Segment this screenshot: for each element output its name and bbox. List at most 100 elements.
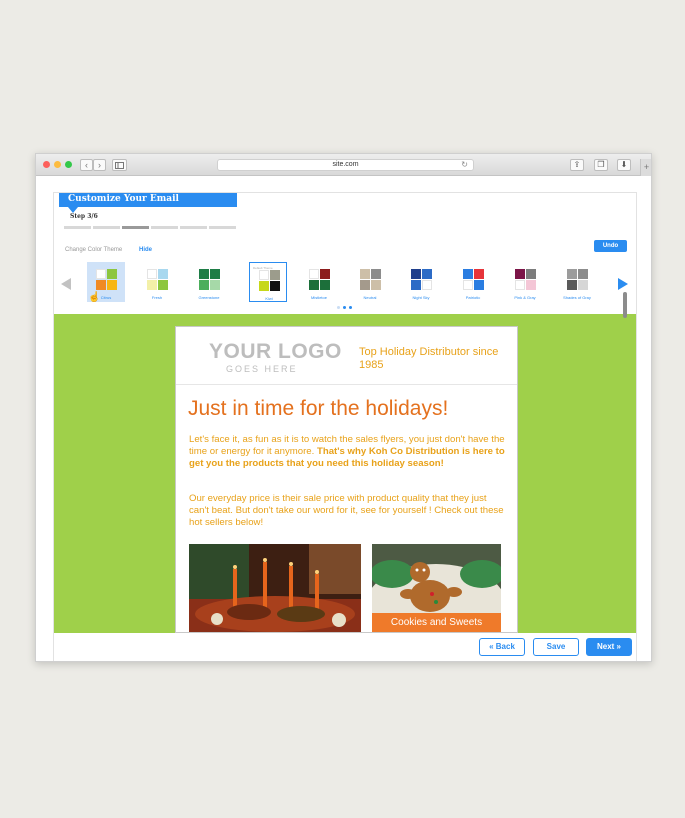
carousel-page-dot-active[interactable] [343, 306, 346, 309]
theme-swatch [578, 269, 588, 279]
theme-swatch [411, 280, 421, 290]
theme-swatch [107, 269, 117, 279]
themes-prev-arrow-icon[interactable] [61, 278, 71, 290]
theme-name-label: Patriotic [465, 295, 481, 300]
theme-swatch [96, 280, 106, 290]
theme-swatch [259, 270, 269, 280]
email-paragraph-2[interactable]: Our everyday price is their sale price w… [189, 493, 509, 529]
minimize-window-button[interactable] [54, 161, 61, 168]
hide-themes-link[interactable]: Hide [139, 247, 152, 253]
theme-swatch [474, 269, 484, 279]
browser-window: ‹ › site.com ↻ ⇪ ❐ ⬇ + Customize Your Em… [35, 153, 652, 662]
page-scrollbar[interactable] [623, 292, 627, 318]
theme-swatch [463, 280, 473, 290]
forward-nav-button[interactable]: › [93, 159, 106, 171]
banner-title: Customize Your Email [68, 194, 179, 204]
theme-swatch [147, 269, 157, 279]
theme-option-citrus[interactable]: Citrus ☝ [87, 262, 125, 303]
header-tagline[interactable]: Top Holiday Distributor since 1985 [359, 346, 499, 372]
reload-icon[interactable]: ↻ [461, 160, 468, 170]
download-icon: ⬇ [620, 160, 628, 169]
zoom-window-button[interactable] [65, 161, 72, 168]
page-content: Customize Your Email Step 3/6 Change Col… [53, 192, 637, 661]
wizard-banner: Customize Your Email [59, 193, 237, 207]
theme-name-label: Pink & Gray [514, 295, 536, 300]
email-preview: YOUR LOGO GOES HERE Top Holiday Distribu… [175, 326, 518, 633]
next-button[interactable]: Next » [586, 638, 632, 656]
theme-swatch [270, 281, 280, 291]
theme-option-mistletoe[interactable]: Mistletoe [300, 262, 338, 302]
theme-swatch [199, 269, 209, 279]
plus-icon: + [643, 162, 650, 172]
holiday-table-photo[interactable] [189, 544, 361, 632]
theme-swatch [411, 269, 421, 279]
theme-name-label: Mistletoe [310, 295, 327, 300]
theme-swatch [199, 280, 209, 290]
theme-swatch [463, 269, 473, 279]
logo-placeholder[interactable]: YOUR LOGO [209, 340, 342, 364]
new-tab-button[interactable]: + [640, 159, 651, 176]
theme-name-label: Night Sky [412, 295, 430, 300]
theme-swatch [210, 269, 220, 279]
save-button[interactable]: Save [533, 638, 579, 656]
theme-swatch [567, 269, 577, 279]
browser-toolbar: ‹ › site.com ↻ ⇪ ❐ ⬇ + [36, 154, 651, 176]
theme-swatch [371, 269, 381, 279]
share-button[interactable]: ⇪ [570, 159, 584, 171]
progress-segment [209, 226, 236, 229]
download-button[interactable]: ⬇ [617, 159, 631, 171]
theme-option-kiwi[interactable]: Default Theme Kiwi [249, 262, 287, 302]
theme-option-fresh[interactable]: Fresh [138, 262, 176, 302]
theme-swatch [567, 280, 577, 290]
progress-segment [180, 226, 207, 229]
theme-swatch [371, 280, 381, 290]
progress-segment [93, 226, 120, 229]
chevron-right-icon: › [98, 160, 101, 170]
theme-swatch [309, 269, 319, 279]
sidebar-button[interactable] [112, 159, 127, 171]
share-icon: ⇪ [573, 160, 581, 169]
carousel-page-dot[interactable] [349, 306, 352, 309]
progress-segment [151, 226, 178, 229]
sidebar-icon [115, 162, 124, 169]
theme-option-night-sky[interactable]: Night Sky [402, 262, 440, 302]
email-header: YOUR LOGO GOES HERE Top Holiday Distribu… [176, 327, 517, 385]
theme-swatch [526, 280, 536, 290]
theme-name-label: Greenstone [198, 295, 220, 300]
carousel-page-dot[interactable] [337, 306, 340, 309]
theme-option-greenstone[interactable]: Greenstone [190, 262, 228, 302]
theme-name-label: Kiwi [265, 296, 273, 301]
theme-swatch [320, 280, 330, 290]
theme-swatch [147, 280, 157, 290]
theme-swatch [526, 269, 536, 279]
theme-swatch [158, 269, 168, 279]
theme-swatch [422, 280, 432, 290]
theme-name-label: Shades of Gray [563, 295, 591, 300]
email-paragraph-1[interactable]: Let's face it, as fun as it is to watch … [189, 434, 509, 470]
theme-option-shades-of-gray[interactable]: Shades of Gray [558, 262, 596, 302]
theme-swatch [474, 280, 484, 290]
tabs-button[interactable]: ❐ [594, 159, 608, 171]
change-color-theme-label: Change Color Theme [65, 247, 123, 253]
theme-swatch [422, 269, 432, 279]
theme-swatch [158, 280, 168, 290]
product-label[interactable]: Cookies and Sweets [372, 613, 501, 632]
email-headline[interactable]: Just in time for the holidays! [188, 397, 448, 421]
theme-swatch [210, 280, 220, 290]
theme-option-neutral[interactable]: Neutral [351, 262, 389, 302]
back-nav-button[interactable]: ‹ [80, 159, 93, 171]
theme-option-patriotic[interactable]: Patriotic [454, 262, 492, 302]
theme-swatch [578, 280, 588, 290]
hand-cursor-icon: ☝ [88, 292, 101, 303]
url-text: site.com [332, 161, 359, 168]
theme-swatch [515, 269, 525, 279]
address-bar[interactable]: site.com ↻ [217, 159, 474, 171]
default-theme-mini-label: Default Theme [253, 266, 273, 270]
theme-option-pink-and-gray[interactable]: Pink & Gray [506, 262, 544, 302]
close-window-button[interactable] [43, 161, 50, 168]
back-button[interactable]: « Back [479, 638, 525, 656]
themes-next-arrow-icon[interactable] [618, 278, 628, 290]
theme-swatch [360, 280, 370, 290]
undo-button[interactable]: Undo [594, 240, 627, 252]
email-preview-area: YOUR LOGO GOES HERE Top Holiday Distribu… [54, 314, 636, 633]
